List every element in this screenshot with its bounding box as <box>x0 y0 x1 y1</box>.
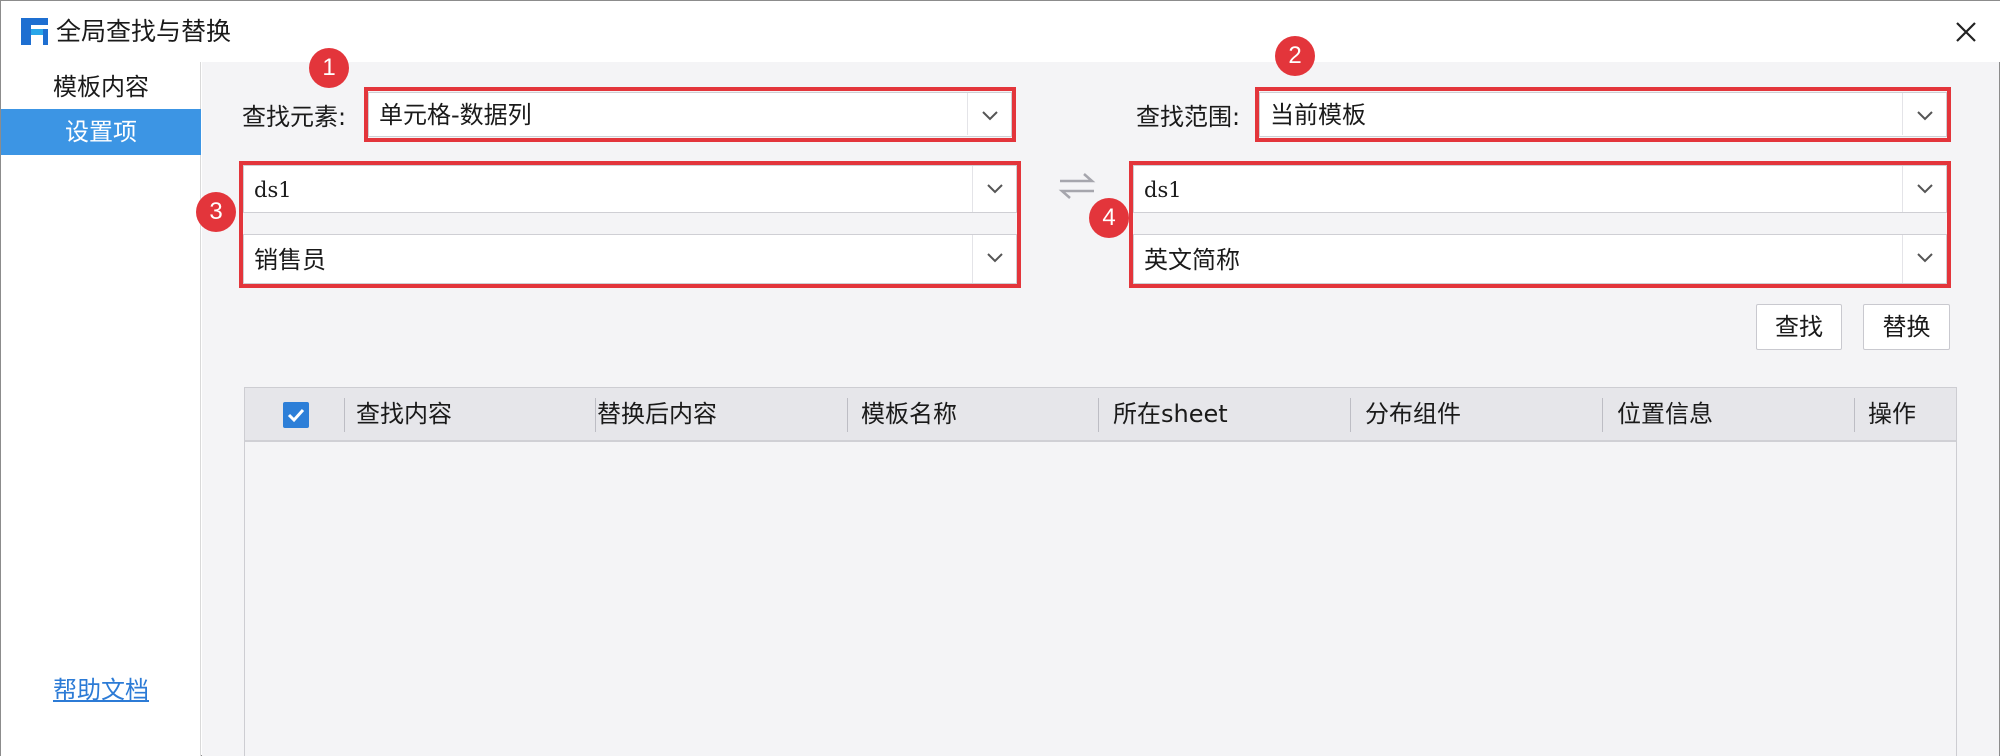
sidebar-item-template-content[interactable]: 模板内容 <box>1 64 201 110</box>
results-table: 查找内容 替换后内容 模板名称 所在sheet 分布组件 位置信息 操作 <box>244 387 1957 756</box>
column-separator <box>1350 398 1351 432</box>
help-docs-link[interactable]: 帮助文档 <box>53 670 149 705</box>
sidebar: 模板内容 设置项 帮助文档 <box>1 62 201 756</box>
callout-badge-3: 3 <box>196 192 236 232</box>
source-column-value: 销售员 <box>254 246 326 274</box>
find-scope-select[interactable]: 当前模板 <box>1259 92 1947 137</box>
column-separator <box>847 398 848 432</box>
target-column-value: 英文简称 <box>1144 246 1240 274</box>
callout-badge-4: 4 <box>1089 198 1129 238</box>
source-column-select[interactable]: 销售员 <box>243 234 1017 284</box>
chevron-down-icon <box>967 93 1011 135</box>
column-separator <box>344 398 345 432</box>
find-element-value: 单元格-数据列 <box>379 101 532 129</box>
replace-button[interactable]: 替换 <box>1863 304 1950 350</box>
find-scope-value: 当前模板 <box>1270 101 1366 129</box>
table-header: 查找内容 替换后内容 模板名称 所在sheet 分布组件 位置信息 操作 <box>245 388 1956 442</box>
checkbox-checked-icon <box>287 408 305 423</box>
source-dataset-select[interactable]: ds1 <box>243 165 1017 213</box>
find-scope-label: 查找范围: <box>1136 103 1241 131</box>
app-logo-icon <box>19 16 50 47</box>
find-replace-dialog: 全局查找与替换 模板内容 设置项 帮助文档 查找元素: 单元格-数据列 1 查找… <box>0 0 2000 756</box>
column-header-position[interactable]: 位置信息 <box>1617 388 1713 440</box>
column-header-find-content[interactable]: 查找内容 <box>356 388 452 440</box>
find-element-select[interactable]: 单元格-数据列 <box>368 92 1012 137</box>
column-separator <box>595 398 596 432</box>
column-header-replaced-content[interactable]: 替换后内容 <box>597 388 717 440</box>
chevron-down-icon <box>1902 166 1946 212</box>
select-all-checkbox[interactable] <box>283 402 309 428</box>
sidebar-item-settings[interactable]: 设置项 <box>1 109 201 155</box>
target-column-select[interactable]: 英文简称 <box>1133 234 1947 284</box>
title-bar: 全局查找与替换 <box>1 1 2000 62</box>
target-dataset-select[interactable]: ds1 <box>1133 165 1947 213</box>
chevron-down-icon <box>972 235 1016 283</box>
source-dataset-value: ds1 <box>254 178 292 202</box>
target-dataset-value: ds1 <box>1144 178 1182 202</box>
chevron-down-icon <box>1902 93 1946 135</box>
column-separator <box>1854 398 1855 432</box>
find-element-label: 查找元素: <box>242 103 347 131</box>
column-separator <box>1098 398 1099 432</box>
callout-badge-1: 1 <box>309 48 349 88</box>
column-separator <box>1602 398 1603 432</box>
table-body <box>245 444 1956 756</box>
column-header-sheet[interactable]: 所在sheet <box>1113 388 1228 440</box>
close-icon[interactable] <box>1947 13 1985 51</box>
window-title: 全局查找与替换 <box>56 17 232 46</box>
column-header-template-name[interactable]: 模板名称 <box>861 388 957 440</box>
swap-arrows-icon[interactable] <box>1056 169 1098 203</box>
find-button[interactable]: 查找 <box>1756 304 1842 350</box>
chevron-down-icon <box>1902 235 1946 283</box>
callout-badge-2: 2 <box>1275 36 1315 76</box>
chevron-down-icon <box>972 166 1016 212</box>
column-header-component[interactable]: 分布组件 <box>1365 388 1461 440</box>
column-header-action[interactable]: 操作 <box>1868 388 1916 440</box>
